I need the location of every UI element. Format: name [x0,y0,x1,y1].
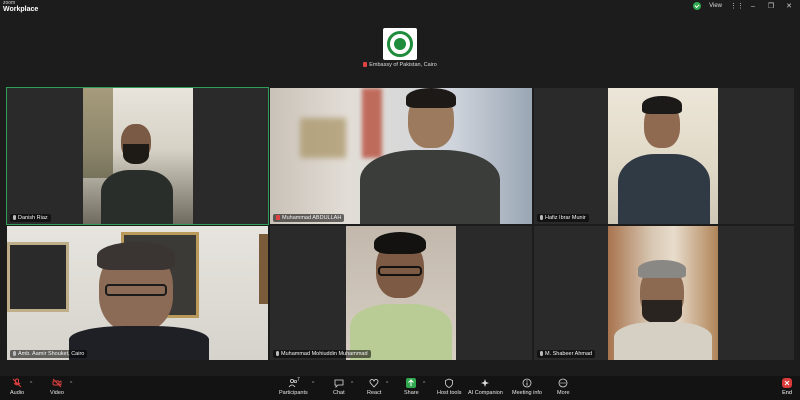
video-tile-m-shabeer-ahmad[interactable]: M. Shabeer Ahmad [534,226,794,360]
audio-button[interactable]: Audio [10,378,24,396]
chat-options-chevron-icon[interactable]: ^ [351,381,353,387]
ai-companion-label: AI Companion [468,390,503,396]
host-tools-label: Host tools [437,390,462,396]
participant-name: Hafiz Ibrar Munir [537,214,589,222]
mic-icon [13,215,16,221]
video-feed [346,226,456,360]
participant-embassy[interactable]: Embassy of Pakistan, Cairo [355,24,445,74]
mic-muted-icon [276,215,280,221]
mic-icon [13,351,16,357]
video-feed [608,226,718,360]
participant-name-text: Embassy of Pakistan, Cairo [369,62,437,68]
video-tile-amb-aamir-shouket[interactable]: Amb. Aamir Shouket, Cairo [7,226,268,360]
participant-name-text: Muhammad Mohiuddin Muhammad [281,351,368,357]
mic-icon [276,351,279,357]
video-label: Video [50,390,64,396]
info-icon [522,378,532,388]
mic-icon [540,215,543,221]
view-button[interactable]: View [709,3,722,9]
restore-icon[interactable]: ❐ [766,2,776,10]
participants-label: Participants [279,390,308,396]
meeting-toolbar: Audio ^ Video ^ Participants 7 ^ Chat ^ … [0,376,800,400]
title-bar: zoom Workplace View ⋮⋮ – ❐ ✕ [0,0,800,14]
more-label: More [557,390,570,396]
video-feed [7,226,268,360]
video-feed [83,88,193,224]
video-tile-danish-riaz[interactable]: Danish Riaz [6,87,269,225]
ellipsis-icon [558,378,568,388]
chat-button[interactable]: Chat [333,378,345,396]
security-shield-icon[interactable] [693,2,702,10]
embassy-seal-logo [383,28,417,60]
video-button[interactable]: Video [50,378,64,396]
participants-count: 7 [297,377,300,383]
end-call-icon [782,378,792,388]
share-options-chevron-icon[interactable]: ^ [423,381,425,387]
participants-button[interactable]: Participants [279,378,308,396]
video-options-chevron-icon[interactable]: ^ [70,381,72,387]
ai-companion-button[interactable]: AI Companion [468,378,503,396]
participants-options-chevron-icon[interactable]: ^ [312,381,314,387]
video-feed [270,88,532,224]
mic-muted-icon [12,378,22,388]
app-brand: zoom Workplace [3,0,38,13]
participant-name: M. Shabeer Ahmad [537,350,596,358]
zoom-window: zoom Workplace View ⋮⋮ – ❐ ✕ Embassy of … [0,0,800,400]
heart-icon [369,378,379,388]
participant-name: Embassy of Pakistan, Cairo [355,62,445,68]
participant-name-text: M. Shabeer Ahmad [545,351,593,357]
participant-name: Muhammad ABDULLAH [273,214,345,222]
participant-name-text: Danish Riaz [18,215,48,221]
mic-muted-icon [363,62,368,68]
participant-name-text: Muhammad ABDULLAH [282,215,342,221]
share-button[interactable]: Share [404,378,419,396]
sparkle-icon [480,378,490,388]
close-icon[interactable]: ✕ [784,2,794,10]
host-tools-button[interactable]: Host tools [437,378,461,396]
share-arrow-icon [406,378,417,388]
end-button[interactable]: End [782,378,792,396]
share-label: Share [404,390,419,396]
react-options-chevron-icon[interactable]: ^ [386,381,388,387]
camera-off-icon [52,378,62,388]
participant-name-text: Hafiz Ibrar Munir [545,215,586,221]
react-label: React [367,390,382,396]
more-button[interactable]: More [557,378,570,396]
video-tile-hafiz-ibrar-munir[interactable]: Hafiz Ibrar Munir [534,88,794,224]
video-tile-muhammad-abdullah[interactable]: Muhammad ABDULLAH [270,88,532,224]
audio-options-chevron-icon[interactable]: ^ [30,381,32,387]
title-bar-controls: View ⋮⋮ – ❐ ✕ [693,1,794,11]
participant-name: Amb. Aamir Shouket, Cairo [10,350,88,358]
participant-name: Danish Riaz [10,214,51,222]
audio-label: Audio [10,390,25,396]
shield-icon [444,378,454,388]
chat-label: Chat [333,390,345,396]
participant-name: Muhammad Mohiuddin Muhammad [273,350,371,358]
minimize-icon[interactable]: – [748,3,758,10]
mic-icon [540,351,543,357]
react-button[interactable]: React [367,378,381,396]
brand-name: Workplace [3,6,39,13]
video-tile-muhammad-mohiuddin[interactable]: Muhammad Mohiuddin Muhammad [270,226,532,360]
end-label: End [782,390,792,396]
meeting-info-label: Meeting info [512,390,542,396]
video-feed [608,88,718,224]
grid-icon[interactable]: ⋮⋮ [730,2,744,10]
meeting-info-button[interactable]: Meeting info [512,378,542,396]
chat-bubble-icon [334,378,344,388]
participant-name-text: Amb. Aamir Shouket, Cairo [18,351,85,357]
